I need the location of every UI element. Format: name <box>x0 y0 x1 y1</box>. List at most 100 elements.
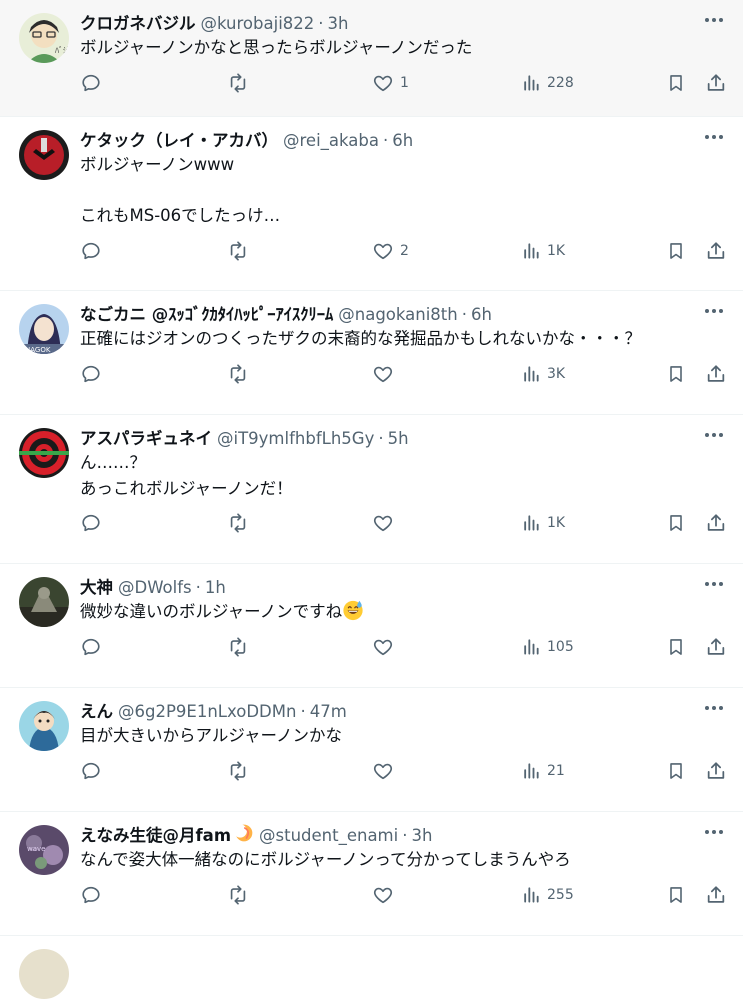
like-button[interactable]: 2 <box>372 239 409 263</box>
user-handle[interactable]: @kurobaji822 <box>201 14 315 33</box>
more-icon[interactable] <box>703 425 725 445</box>
like-button[interactable] <box>372 883 394 907</box>
display-name[interactable]: ケタック（レイ・アカバ） <box>80 127 278 151</box>
timestamp[interactable]: 3h <box>411 826 432 845</box>
tweet[interactable]: ﾊﾞｼﾞﾙ クロガネバジル @kurobaji822 · 3h ボルジャーノンか… <box>0 0 743 117</box>
reply-button[interactable] <box>80 362 102 386</box>
timestamp[interactable]: 3h <box>328 14 349 33</box>
reply-button[interactable] <box>80 635 102 659</box>
avatar[interactable] <box>19 949 69 999</box>
views-button[interactable]: 1K <box>521 511 565 535</box>
timeline: ﾊﾞｼﾞﾙ クロガネバジル @kurobaji822 · 3h ボルジャーノンか… <box>0 0 743 999</box>
tweet[interactable]: ケタック（レイ・アカバ） @rei_akaba · 6h ボルジャーノンwww … <box>0 117 743 291</box>
bookmark-button[interactable] <box>666 759 686 783</box>
tweet[interactable]: アスパラギュネイ @iT9ymlfhbfLh5Gy · 5h ん……？ あっこれ… <box>0 415 743 564</box>
timestamp[interactable]: 6h <box>471 305 492 324</box>
retweet-button[interactable] <box>226 511 250 535</box>
views-button[interactable]: 21 <box>521 759 565 783</box>
tweet[interactable]: wave えなみ生徒@月fam @student_enami · 3h なんで姿… <box>0 812 743 936</box>
share-button[interactable] <box>705 635 727 659</box>
avatar[interactable] <box>19 701 69 751</box>
more-icon[interactable] <box>703 574 725 594</box>
views-icon <box>524 515 539 531</box>
bookmark-button[interactable] <box>666 511 686 535</box>
tweet[interactable]: 大神 @DWolfs · 1h 微妙な違いのボルジャーノンですね 105 <box>0 564 743 688</box>
like-button[interactable] <box>372 511 394 535</box>
like-button[interactable] <box>372 362 394 386</box>
retweet-button[interactable] <box>226 239 250 263</box>
timestamp[interactable]: 1h <box>205 578 226 597</box>
more-icon[interactable] <box>703 10 725 30</box>
avatar[interactable]: wave <box>19 825 69 875</box>
bookmark-button[interactable] <box>666 635 686 659</box>
tweet[interactable]: NAGOK なごカニ @ｽｯｺﾞｸｶﾀｲﾊｯﾋﾟｰｱｲｽｸﾘｰﾑ @nagoka… <box>0 291 743 415</box>
tweet-text: なんで姿大体一緒なのにボルジャーノンって分かってしまうんやろ <box>80 850 571 869</box>
display-name[interactable]: なごカニ @ｽｯｺﾞｸｶﾀｲﾊｯﾋﾟｰｱｲｽｸﾘｰﾑ <box>80 301 333 325</box>
display-name[interactable]: アスパラギュネイ <box>80 425 212 449</box>
bookmark-button[interactable] <box>666 239 686 263</box>
avatar[interactable]: NAGOK <box>19 304 69 354</box>
like-button[interactable] <box>372 635 394 659</box>
bookmark-button[interactable] <box>666 883 686 907</box>
share-button[interactable] <box>705 511 727 535</box>
timestamp[interactable]: 6h <box>392 131 413 150</box>
separator-dot: · <box>318 14 324 33</box>
share-button[interactable] <box>705 883 727 907</box>
more-icon[interactable] <box>703 301 725 321</box>
separator-dot: · <box>402 826 408 845</box>
reply-button[interactable] <box>80 239 102 263</box>
bookmark-button[interactable] <box>666 71 686 95</box>
retweet-icon <box>230 72 246 93</box>
user-handle[interactable]: @6g2P9E1nLxoDDMn <box>118 702 296 721</box>
bookmark-icon <box>670 365 682 382</box>
display-name[interactable]: 大神 <box>80 574 113 598</box>
reply-button[interactable] <box>80 511 102 535</box>
view-count: 105 <box>547 638 574 655</box>
reply-button[interactable] <box>80 71 102 95</box>
tweet[interactable]: えん @6g2P9E1nLxoDDMn · 47m 目が大きいからアルジャーノン… <box>0 688 743 812</box>
reply-button[interactable] <box>80 759 102 783</box>
retweet-button[interactable] <box>226 71 250 95</box>
avatar[interactable] <box>19 130 69 180</box>
more-icon[interactable] <box>703 127 725 147</box>
retweet-button[interactable] <box>226 883 250 907</box>
timestamp[interactable]: 47m <box>310 702 347 721</box>
retweet-button[interactable] <box>226 635 250 659</box>
tweet-text: ん……？ あっこれボルジャーノンだ！ <box>80 453 293 498</box>
user-handle[interactable]: @nagokani8th <box>338 305 457 324</box>
views-button[interactable]: 105 <box>521 635 574 659</box>
share-button[interactable] <box>705 239 727 263</box>
more-icon[interactable] <box>703 698 725 718</box>
user-handle[interactable]: @DWolfs <box>118 578 192 597</box>
tweet[interactable] <box>0 936 743 999</box>
action-bar: 21 <box>80 749 727 797</box>
like-button[interactable]: 1 <box>372 71 409 95</box>
timestamp[interactable]: 5h <box>388 429 409 448</box>
like-button[interactable] <box>372 759 394 783</box>
user-handle[interactable]: @iT9ymlfhbfLh5Gy <box>217 429 374 448</box>
share-button[interactable] <box>705 759 727 783</box>
user-handle[interactable]: @student_enami <box>259 826 398 845</box>
avatar[interactable] <box>19 577 69 627</box>
bookmark-icon <box>670 762 682 779</box>
views-button[interactable]: 1K <box>521 239 565 263</box>
retweet-button[interactable] <box>226 759 250 783</box>
views-button[interactable]: 255 <box>521 883 574 907</box>
views-button[interactable]: 228 <box>521 71 574 95</box>
more-icon[interactable] <box>703 822 725 842</box>
bookmark-button[interactable] <box>666 362 686 386</box>
reply-button[interactable] <box>80 883 102 907</box>
retweet-button[interactable] <box>226 362 250 386</box>
display-name[interactable]: クロガネバジル <box>80 10 196 34</box>
display-name[interactable]: えなみ生徒@月fam <box>80 822 231 846</box>
user-handle[interactable]: @rei_akaba <box>283 131 379 150</box>
display-name[interactable]: えん <box>80 698 113 722</box>
share-button[interactable] <box>705 71 727 95</box>
views-icon <box>524 74 539 91</box>
views-button[interactable]: 3K <box>521 362 565 386</box>
avatar[interactable]: ﾊﾞｼﾞﾙ <box>19 13 69 63</box>
tweet-text: 正確にはジオンのつくったザクの末裔的な発掘品かもしれないかな・・・？ <box>80 329 641 348</box>
svg-text:ﾊﾞｼﾞﾙ: ﾊﾞｼﾞﾙ <box>55 46 69 55</box>
share-button[interactable] <box>705 362 727 386</box>
avatar[interactable] <box>19 428 69 478</box>
